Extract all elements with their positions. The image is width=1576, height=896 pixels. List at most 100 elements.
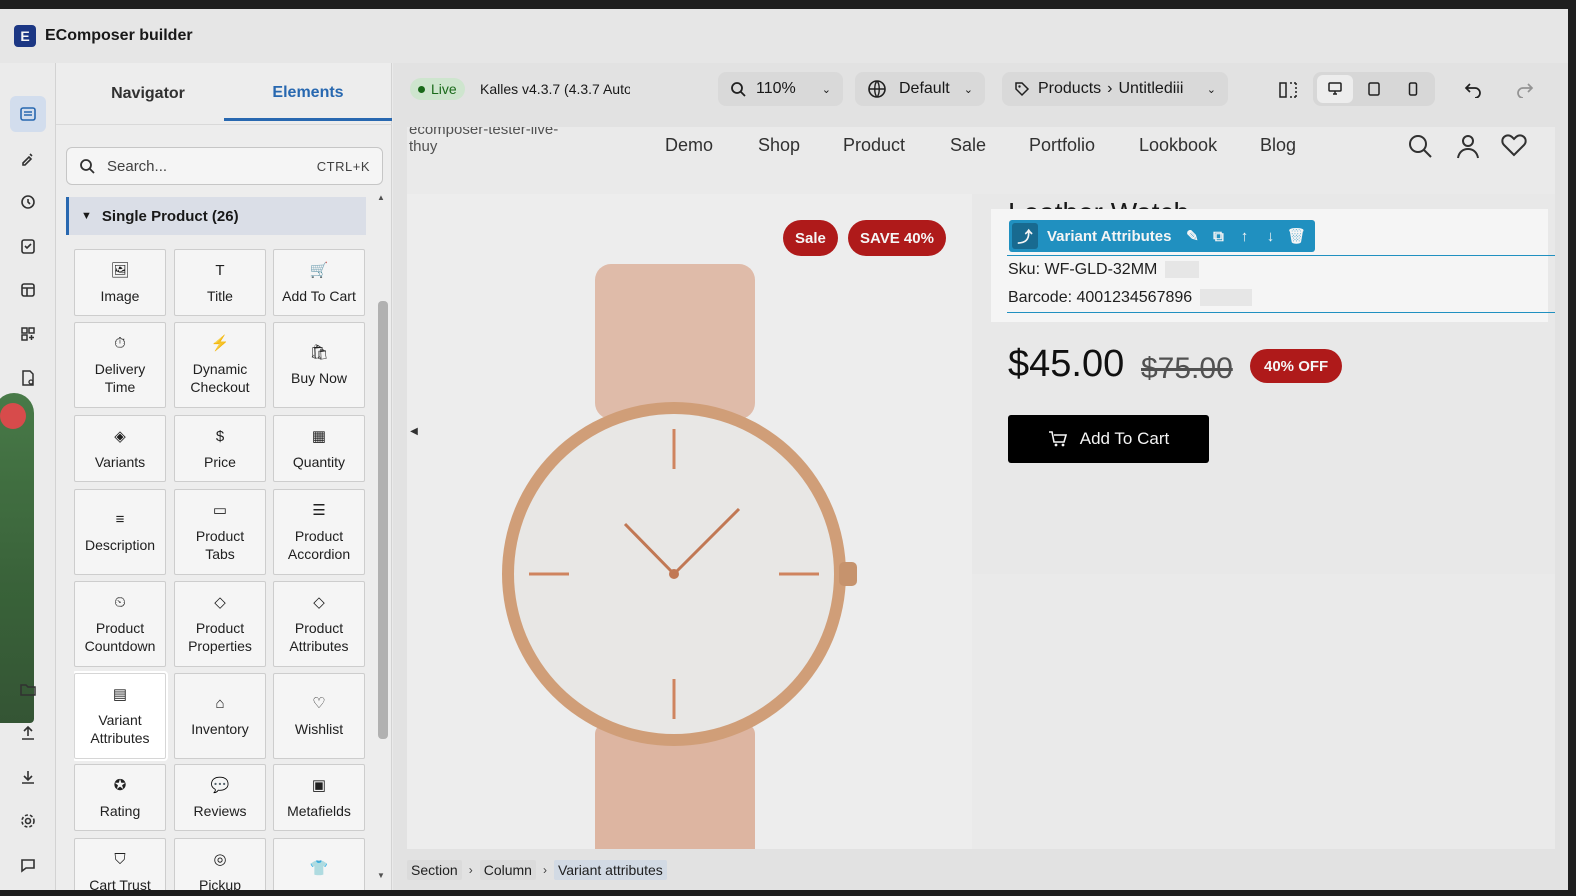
product-image-gallery[interactable] bbox=[407, 194, 972, 849]
mobile-view-icon[interactable] bbox=[1395, 75, 1431, 103]
element-card-rating[interactable]: ✪ Rating bbox=[74, 764, 166, 831]
inventory-icon: ⌂ bbox=[215, 695, 225, 712]
scroll-down-arrow-icon[interactable]: ▼ bbox=[377, 871, 385, 880]
chat-icon[interactable] bbox=[10, 847, 46, 883]
nav-item-shop[interactable]: Shop bbox=[758, 135, 800, 156]
element-card-variant-attributes[interactable]: ▤ Variant Attributes bbox=[74, 671, 168, 761]
page-selector[interactable]: Products › Untitlediii ⌄ bbox=[1002, 72, 1228, 106]
chevron-right-icon: › bbox=[542, 862, 547, 877]
element-card-item-23[interactable]: 👕 bbox=[273, 838, 365, 890]
tablet-view-icon[interactable] bbox=[1356, 75, 1392, 103]
checklist-icon[interactable] bbox=[10, 228, 46, 264]
account-icon[interactable] bbox=[1456, 133, 1480, 164]
tag-icon bbox=[1015, 82, 1030, 97]
breadcrumb-variant-attributes[interactable]: Variant attributes bbox=[553, 859, 667, 880]
template-icon[interactable] bbox=[10, 272, 46, 308]
tab-navigator[interactable]: Navigator bbox=[64, 63, 232, 125]
search-placeholder: Search... bbox=[107, 157, 168, 175]
element-card-product-tabs[interactable]: ▭ Product Tabs bbox=[174, 489, 266, 575]
responsive-toggle-icon[interactable] bbox=[1278, 81, 1298, 104]
sidebar-scrollbar[interactable]: ▲ ▼ bbox=[376, 193, 388, 890]
variant-attributes-icon: ▤ bbox=[112, 686, 128, 703]
theme-name[interactable]: Kalles v4.3.7 (4.3.7 Auto... bbox=[480, 81, 630, 97]
element-card-product-attributes[interactable]: ◇ Product Attributes bbox=[273, 581, 365, 667]
collapse-sidebar-arrow-icon[interactable]: ◀ bbox=[407, 401, 421, 461]
element-card-product-properties[interactable]: ◇ Product Properties bbox=[174, 581, 266, 667]
upload-icon[interactable] bbox=[10, 715, 46, 751]
layers-icon[interactable] bbox=[10, 96, 46, 132]
nav-item-blog[interactable]: Blog bbox=[1260, 135, 1296, 156]
wishlist-heart-icon[interactable] bbox=[1501, 133, 1527, 162]
language-select[interactable]: Default ⌄ bbox=[855, 72, 985, 106]
page-type: Products bbox=[1038, 80, 1102, 97]
nav-item-demo[interactable]: Demo bbox=[665, 135, 713, 156]
element-card-label: Variants bbox=[94, 453, 146, 470]
store-search-icon[interactable] bbox=[1407, 133, 1433, 164]
category-header-single-product[interactable]: ▼ Single Product (26) bbox=[66, 197, 366, 235]
live-status-badge: Live bbox=[410, 78, 465, 100]
element-card-price[interactable]: $ Price bbox=[174, 415, 266, 482]
move-up-icon[interactable]: ↑ bbox=[1231, 223, 1257, 249]
element-card-description[interactable]: ≡ Description bbox=[74, 489, 166, 575]
element-card-label: Product Countdown bbox=[84, 620, 156, 654]
settings-gear-icon[interactable] bbox=[10, 803, 46, 839]
edit-pencil-icon[interactable]: ✎ bbox=[1179, 223, 1205, 249]
duplicate-icon[interactable]: ⧉ bbox=[1205, 223, 1231, 249]
move-down-icon[interactable]: ↓ bbox=[1257, 223, 1283, 249]
variant-sku[interactable]: Sku: WF-GLD-32MM bbox=[1008, 261, 1200, 279]
element-card-buy-now[interactable]: 🛍 Buy Now bbox=[273, 322, 365, 408]
redo-icon[interactable] bbox=[1515, 80, 1535, 103]
delete-trash-icon[interactable]: 🗑 bbox=[1283, 223, 1309, 249]
element-card-label: Image bbox=[100, 287, 140, 304]
variant-barcode[interactable]: Barcode: 4001234567896 bbox=[1008, 289, 1253, 307]
element-card-product-countdown[interactable]: ⏲ Product Countdown bbox=[74, 581, 166, 667]
element-card-delivery-time[interactable]: ⏱ Delivery Time bbox=[74, 322, 166, 408]
element-card-quantity[interactable]: ▦ Quantity bbox=[273, 415, 365, 482]
apps-icon[interactable] bbox=[10, 316, 46, 352]
download-icon[interactable] bbox=[10, 759, 46, 795]
star-icon: ✪ bbox=[113, 776, 127, 794]
brush-icon[interactable] bbox=[10, 140, 46, 176]
select-parent-icon[interactable]: ⤴ bbox=[1012, 223, 1038, 249]
countdown-icon: ⏲ bbox=[114, 594, 126, 611]
element-card-variants[interactable]: ◈ Variants bbox=[74, 415, 166, 482]
desktop-view-icon[interactable] bbox=[1317, 75, 1353, 103]
element-card-add-to-cart[interactable]: 🛒 Add To Cart bbox=[273, 249, 365, 316]
element-search-input[interactable]: Search... CTRL+K bbox=[66, 147, 383, 185]
scroll-up-arrow-icon[interactable]: ▲ bbox=[377, 193, 385, 202]
chevron-down-icon: ⌄ bbox=[821, 83, 831, 96]
nav-item-portfolio[interactable]: Portfolio bbox=[1029, 135, 1095, 156]
zoom-select[interactable]: 110% ⌄ bbox=[718, 72, 843, 106]
cart-icon bbox=[1048, 430, 1068, 448]
block-toolbar-label: Variant Attributes bbox=[1047, 227, 1172, 245]
breadcrumb-section[interactable]: Section bbox=[407, 859, 462, 880]
undo-icon[interactable] bbox=[1463, 80, 1483, 103]
scrollbar-thumb[interactable] bbox=[378, 301, 388, 739]
element-card-label: Title bbox=[207, 287, 233, 304]
add-to-cart-button[interactable]: Add To Cart bbox=[1008, 415, 1209, 463]
element-card-image[interactable]: 🖼 Image bbox=[74, 249, 166, 316]
breadcrumb-column[interactable]: Column bbox=[479, 859, 536, 880]
nav-item-product[interactable]: Product bbox=[843, 135, 905, 156]
folder-upload-icon[interactable] bbox=[10, 671, 46, 707]
tab-elements[interactable]: Elements bbox=[224, 67, 392, 121]
selection-outline-top bbox=[1007, 255, 1555, 256]
element-card-dynamic-checkout[interactable]: ⚡ Dynamic Checkout bbox=[174, 322, 266, 408]
element-card-title[interactable]: T Title bbox=[174, 249, 266, 316]
checkout-icon: ⚡ bbox=[210, 335, 230, 352]
element-card-cart-trust[interactable]: ⛉ Cart Trust bbox=[74, 838, 166, 890]
store-brand[interactable]: ecomposer-tester-live-thuy bbox=[409, 127, 579, 155]
category-label: Single Product (26) bbox=[101, 207, 239, 225]
nav-item-lookbook[interactable]: Lookbook bbox=[1139, 135, 1217, 156]
element-card-inventory[interactable]: ⌂ Inventory bbox=[174, 673, 266, 759]
element-card-product-accordion[interactable]: ☰ Product Accordion bbox=[273, 489, 365, 575]
element-card-pickup[interactable]: ◎ Pickup bbox=[174, 838, 266, 890]
page-settings-icon[interactable] bbox=[10, 360, 46, 396]
element-card-wishlist[interactable]: ♡ Wishlist bbox=[273, 673, 365, 759]
element-card-reviews[interactable]: 💬 Reviews bbox=[174, 764, 266, 831]
element-card-metafields[interactable]: ▣ Metafields bbox=[273, 764, 365, 831]
page-name: Untitlediii bbox=[1118, 80, 1184, 97]
heart-icon: ♡ bbox=[312, 695, 326, 712]
history-icon[interactable] bbox=[10, 184, 46, 220]
nav-item-sale[interactable]: Sale bbox=[950, 135, 986, 156]
